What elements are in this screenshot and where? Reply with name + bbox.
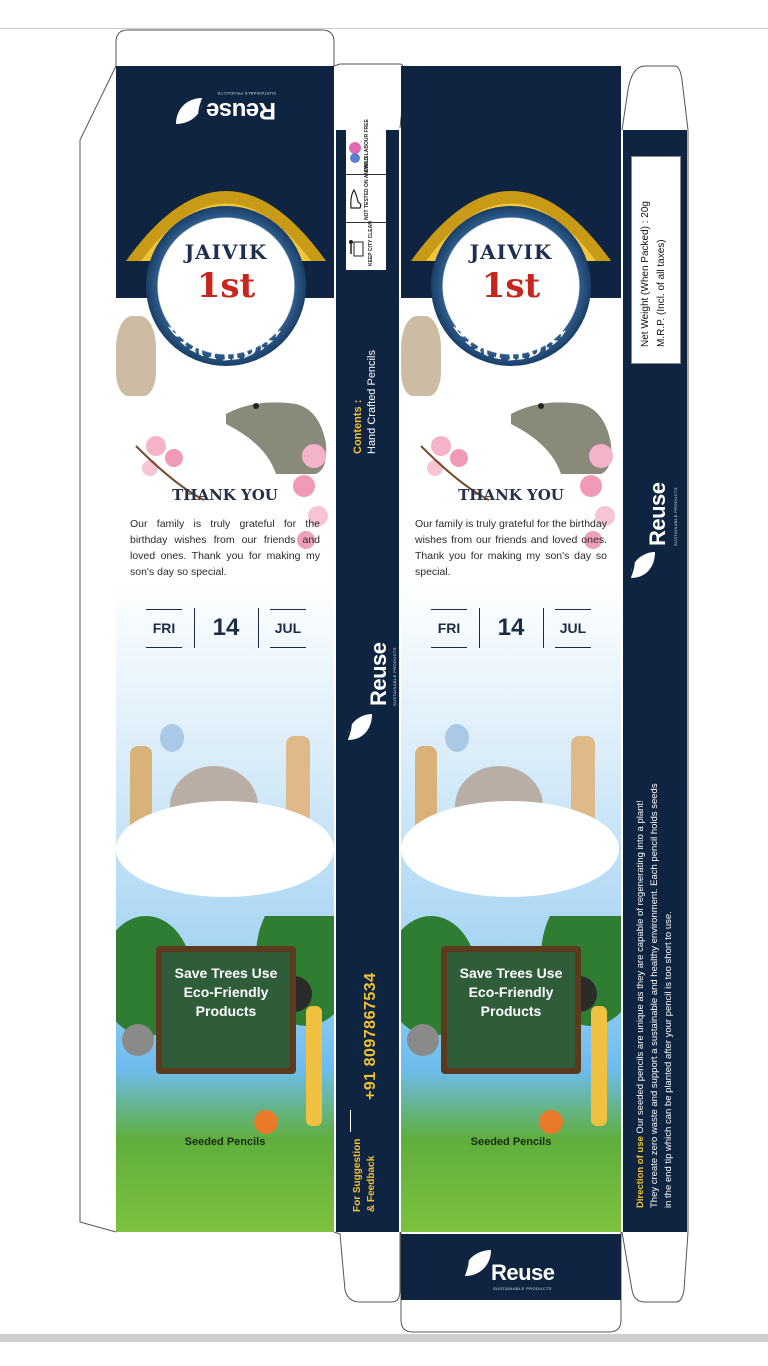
back-panel: Net Weight (When Packed) : 20g M.R.P. (I… <box>623 130 687 1232</box>
brand-tagline: SUSTAINABLE PRODUCTS <box>392 647 397 706</box>
page-bottom-bar <box>0 1334 768 1342</box>
bin-icon <box>349 240 364 257</box>
date-divider <box>479 608 480 648</box>
rabbit-icon <box>350 188 362 209</box>
leaf-icon <box>345 714 372 743</box>
weight-price-box: Net Weight (When Packed) : 20g M.R.P. (I… <box>631 156 681 364</box>
brand-tagline: SUSTAINABLE PRODUCTS <box>217 91 276 96</box>
front-panel-left: Reuse SUSTAINABLE PRODUCTS JAIVIK 1st BI… <box>116 66 334 1232</box>
product-label: Seeded Pencils <box>184 1136 266 1148</box>
month: JUL <box>559 620 587 636</box>
birthday-arc-text: BIRTHDAY <box>164 316 289 366</box>
brand-name: Reuse <box>645 482 670 546</box>
contents-value: Hand Crafted Pencils <box>366 350 378 454</box>
eco-chalkboard: Save Trees Use Eco-Friendly Products <box>441 946 581 1074</box>
spine-divider <box>350 1110 351 1132</box>
day-number: 14 <box>212 614 240 641</box>
leaf-icon <box>628 552 655 581</box>
leaf-icon <box>176 95 205 124</box>
direction-text-1: Our seeded pencils are unique as they ar… <box>635 800 646 1134</box>
spine-brand-logo: Reuse SUSTAINABLE PRODUCTS <box>340 640 398 750</box>
thank-you-heading: THANK YOU <box>172 486 278 504</box>
brand-logo-inverted: Reuse SUSTAINABLE PRODUCTS <box>174 72 284 132</box>
thank-you-heading: THANK YOU <box>458 486 564 504</box>
date-block: FRI 14 JUL <box>421 606 601 650</box>
net-weight: Net Weight (When Packed) : 20g <box>640 201 651 347</box>
brand-name: Reuse <box>366 642 391 706</box>
photo-placeholder <box>401 801 619 897</box>
product-label: Seeded Pencils <box>470 1136 552 1148</box>
direction-line-2: They create zero waste and support a sus… <box>649 783 660 1208</box>
bottom-flap: Reuse SUSTAINABLE PRODUCTS <box>401 1234 621 1300</box>
eco-slogan: Save Trees Use Eco-Friendly Products <box>447 952 575 1068</box>
eco-chalkboard: Save Trees Use Eco-Friendly Products <box>156 946 296 1074</box>
phone-number: +91 8097867534 <box>362 972 379 1100</box>
mrp-label: M.R.P. (Incl. of all taxes) <box>656 239 667 347</box>
day-number: 14 <box>497 614 525 641</box>
date-divider <box>543 608 544 648</box>
animal-test-label: NOT TESTED ON ANIMALS <box>364 155 370 220</box>
hand-icon <box>349 142 361 163</box>
spine-panel: CHILD LABOUR FREE NOT TESTED ON ANIMALS … <box>336 119 399 1232</box>
direction-line-1: Direction of use Our seeded pencils are … <box>635 800 646 1208</box>
animal-test-badge: NOT TESTED ON ANIMALS <box>346 155 386 223</box>
thank-you-message: Our family is truly grateful for the bir… <box>415 518 607 578</box>
date-block: FRI 14 JUL <box>136 606 316 650</box>
date-divider <box>258 608 259 648</box>
contents-label: Contents : <box>352 399 364 454</box>
feedback-line-1: For Suggestion <box>352 1138 363 1212</box>
brand-tagline: SUSTAINABLE PRODUCTS <box>673 487 678 546</box>
birthday-arc-text: BIRTHDAY <box>449 316 574 366</box>
svg-text:BIRTHDAY: BIRTHDAY <box>449 316 574 366</box>
direction-label: Direction of use <box>635 1136 646 1208</box>
day-name: FRI <box>437 620 461 636</box>
keep-clean-label: KEEP CITY CLEAN <box>368 221 374 266</box>
birthday-badge: JAIVIK 1st BIRTHDAY <box>146 206 306 366</box>
brand-name: Reuse <box>206 97 276 124</box>
front-panel-right: JAIVIK 1st BIRTHDAY THANK YOU Our family… <box>401 66 621 1232</box>
rabbit-illustration <box>401 316 441 396</box>
leaf-icon <box>462 1250 491 1279</box>
thank-you-message: Our family is truly grateful for the bir… <box>130 518 320 578</box>
svg-text:BIRTHDAY: BIRTHDAY <box>164 316 289 366</box>
keep-clean-badge: KEEP CITY CLEAN <box>346 221 386 270</box>
photo-placeholder <box>116 801 334 897</box>
feedback-line-2: & Feedback <box>366 1155 377 1212</box>
direction-line-3: in the end tip which can be planted afte… <box>663 911 674 1208</box>
birthday-badge: JAIVIK 1st BIRTHDAY <box>431 206 591 366</box>
rabbit-illustration <box>116 316 156 396</box>
month: JUL <box>274 620 302 636</box>
eco-slogan: Save Trees Use Eco-Friendly Products <box>162 952 290 1068</box>
back-brand-logo: Reuse SUSTAINABLE PRODUCTS <box>627 460 685 590</box>
date-divider <box>194 608 195 648</box>
brand-tagline: SUSTAINABLE PRODUCTS <box>493 1286 552 1291</box>
brand-name: Reuse <box>491 1260 555 1285</box>
day-name: FRI <box>152 620 176 636</box>
icon-strip: CHILD LABOUR FREE NOT TESTED ON ANIMALS … <box>346 119 386 270</box>
